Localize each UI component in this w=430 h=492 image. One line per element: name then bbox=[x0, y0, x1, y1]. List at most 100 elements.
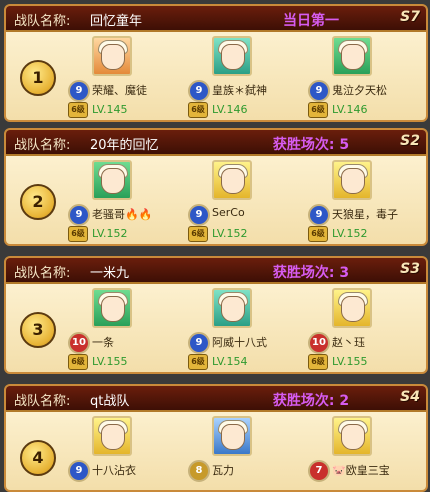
vip-level-icon: 6级 bbox=[188, 354, 208, 370]
player-name: 🐷欧皇三宝 bbox=[332, 464, 390, 477]
team-status: 获胜场次: 5 bbox=[272, 137, 350, 153]
player-slot[interactable]: 9 SerCo 6级 LV.152 bbox=[188, 158, 318, 242]
team-name-label: 战队名称: bbox=[14, 394, 71, 409]
team-name-label: 战队名称: bbox=[14, 138, 71, 153]
player-level: LV.155 bbox=[332, 355, 368, 368]
player-name: 阿威十八式 bbox=[212, 336, 267, 349]
player-level: LV.155 bbox=[92, 355, 128, 368]
face-shape bbox=[341, 44, 365, 70]
player-avatar[interactable] bbox=[332, 160, 372, 200]
rank-medal-icon: 10 bbox=[308, 332, 330, 354]
player-level: LV.146 bbox=[332, 103, 368, 116]
rank-medal-icon: 9 bbox=[308, 204, 330, 226]
face-shape bbox=[341, 296, 365, 322]
player-name: 荣耀、魔徒 bbox=[92, 84, 147, 97]
player-level: LV.146 bbox=[212, 103, 248, 116]
team-status: 获胜场次: 3 bbox=[272, 265, 350, 281]
team-name: 一米九 bbox=[90, 266, 130, 281]
season-badge: S2 bbox=[400, 133, 420, 149]
team-card-header: 战队名称: 一米九 获胜场次: 3 S3 bbox=[6, 258, 426, 284]
player-name: 天狼星，毒子 bbox=[332, 208, 398, 221]
rank-circle: 2 bbox=[20, 184, 56, 220]
team-status: 当日第一 bbox=[283, 13, 339, 29]
team-card-2[interactable]: 战队名称: 20年的回忆 获胜场次: 5 S2 2 9 老骚哥🔥🔥 6级 LV.… bbox=[4, 128, 428, 246]
face-shape bbox=[101, 44, 125, 70]
team-card-header: 战队名称: 回忆童年 当日第一 S7 bbox=[6, 6, 426, 32]
season-badge: S3 bbox=[400, 261, 420, 277]
team-name: 回忆童年 bbox=[90, 14, 143, 29]
player-level: LV.154 bbox=[212, 355, 248, 368]
rank-medal-icon: 9 bbox=[308, 80, 330, 102]
player-slot[interactable]: 9 阿威十八式 6级 LV.154 bbox=[188, 286, 318, 370]
player-avatar[interactable] bbox=[332, 288, 372, 328]
rank-medal-icon: 9 bbox=[188, 204, 210, 226]
rank-medal-icon: 10 bbox=[68, 332, 90, 354]
team-name-label: 战队名称: bbox=[14, 14, 71, 29]
season-badge: S4 bbox=[400, 389, 420, 405]
vip-level-icon: 6级 bbox=[308, 226, 328, 242]
player-slot[interactable]: 9 老骚哥🔥🔥 6级 LV.152 bbox=[68, 158, 198, 242]
rank-medal-icon: 8 bbox=[188, 460, 210, 482]
player-level: LV.152 bbox=[332, 227, 368, 240]
player-avatar[interactable] bbox=[212, 416, 252, 456]
vip-level-icon: 6级 bbox=[308, 354, 328, 370]
vip-level-icon: 6级 bbox=[188, 102, 208, 118]
player-avatar[interactable] bbox=[332, 416, 372, 456]
team-status: 获胜场次: 2 bbox=[272, 393, 350, 409]
rank-medal-icon: 9 bbox=[188, 332, 210, 354]
vip-level-icon: 6级 bbox=[68, 226, 88, 242]
face-shape bbox=[341, 424, 365, 450]
rank-medal-icon: 7 bbox=[308, 460, 330, 482]
player-avatar[interactable] bbox=[212, 36, 252, 76]
player-name: 赵丶珏 bbox=[332, 336, 365, 349]
player-avatar[interactable] bbox=[332, 36, 372, 76]
player-slot[interactable]: 9 天狼星，毒子 6级 LV.152 bbox=[308, 158, 426, 242]
player-level: LV.152 bbox=[212, 227, 248, 240]
rank-medal-icon: 9 bbox=[68, 460, 90, 482]
vip-level-icon: 6级 bbox=[68, 354, 88, 370]
team-card-header: 战队名称: qt战队 获胜场次: 2 S4 bbox=[6, 386, 426, 412]
vip-level-icon: 6级 bbox=[68, 102, 88, 118]
player-avatar[interactable] bbox=[92, 160, 132, 200]
team-card-3[interactable]: 战队名称: 一米九 获胜场次: 3 S3 3 10 一条 6级 LV.155 9… bbox=[4, 256, 428, 374]
rank-medal-icon: 9 bbox=[188, 80, 210, 102]
player-slot[interactable]: 7 🐷欧皇三宝 bbox=[308, 414, 426, 490]
player-level: LV.145 bbox=[92, 103, 128, 116]
rank-circle: 1 bbox=[20, 60, 56, 96]
rank-medal-icon: 9 bbox=[68, 204, 90, 226]
player-avatar[interactable] bbox=[212, 160, 252, 200]
player-avatar[interactable] bbox=[92, 416, 132, 456]
player-name: SerCo bbox=[212, 206, 245, 219]
rank-medal-icon: 9 bbox=[68, 80, 90, 102]
rank-circle: 4 bbox=[20, 440, 56, 476]
team-name: 20年的回忆 bbox=[90, 138, 159, 153]
face-shape bbox=[221, 44, 245, 70]
rank-circle: 3 bbox=[20, 312, 56, 348]
face-shape bbox=[101, 296, 125, 322]
vip-level-icon: 6级 bbox=[188, 226, 208, 242]
team-name-label: 战队名称: bbox=[14, 266, 71, 281]
player-slot[interactable]: 10 一条 6级 LV.155 bbox=[68, 286, 198, 370]
player-level: LV.152 bbox=[92, 227, 128, 240]
player-slot[interactable]: 9 皇族＊弑神 6级 LV.146 bbox=[188, 34, 318, 118]
player-slot[interactable]: 8 瓦力 bbox=[188, 414, 318, 490]
face-shape bbox=[221, 168, 245, 194]
player-slot[interactable]: 9 十八沾衣 bbox=[68, 414, 198, 490]
player-slot[interactable]: 9 鬼泣夕天松 6级 LV.146 bbox=[308, 34, 426, 118]
face-shape bbox=[101, 424, 125, 450]
face-shape bbox=[101, 168, 125, 194]
face-shape bbox=[221, 296, 245, 322]
vip-level-icon: 6级 bbox=[308, 102, 328, 118]
player-avatar[interactable] bbox=[92, 288, 132, 328]
player-name: 十八沾衣 bbox=[92, 464, 136, 477]
player-name: 瓦力 bbox=[212, 464, 234, 477]
team-card-4[interactable]: 战队名称: qt战队 获胜场次: 2 S4 4 9 十八沾衣 8 瓦力 7 🐷欧… bbox=[4, 384, 428, 492]
team-card-1[interactable]: 战队名称: 回忆童年 当日第一 S7 1 9 荣耀、魔徒 6级 LV.145 9… bbox=[4, 4, 428, 122]
player-slot[interactable]: 10 赵丶珏 6级 LV.155 bbox=[308, 286, 426, 370]
team-name: qt战队 bbox=[90, 394, 130, 409]
player-avatar[interactable] bbox=[212, 288, 252, 328]
player-name: 皇族＊弑神 bbox=[212, 84, 267, 97]
player-name: 一条 bbox=[92, 336, 114, 349]
player-avatar[interactable] bbox=[92, 36, 132, 76]
player-slot[interactable]: 9 荣耀、魔徒 6级 LV.145 bbox=[68, 34, 198, 118]
